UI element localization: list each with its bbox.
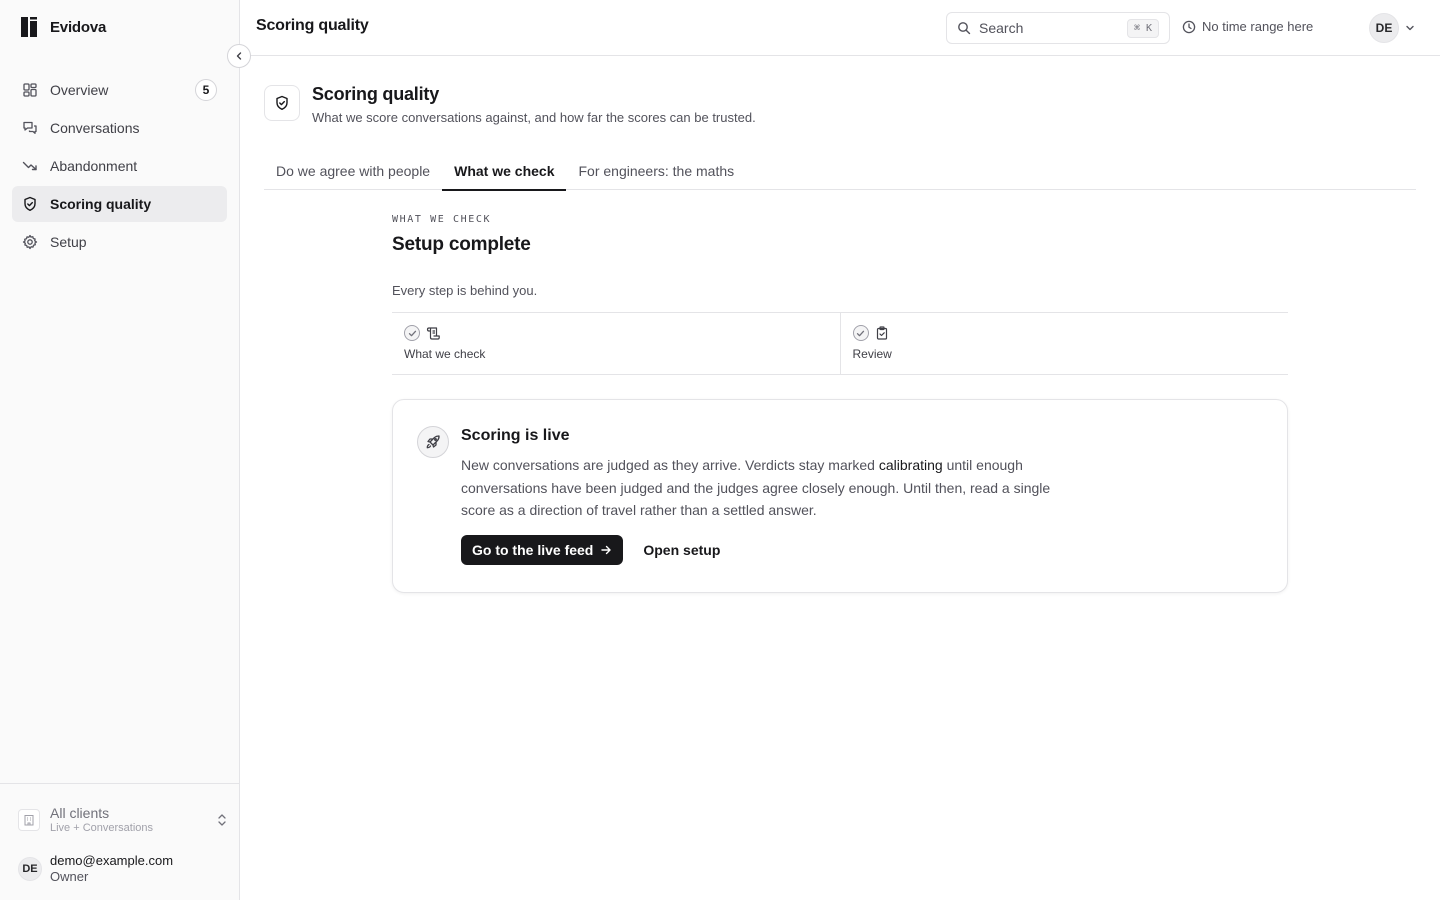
- scoring-live-card: Scoring is live New conversations are ju…: [392, 399, 1288, 593]
- card-text-part: New conversations are judged as they arr…: [461, 457, 879, 473]
- user-role: Owner: [50, 869, 89, 884]
- search-shortcut: ⌘ K: [1126, 18, 1159, 38]
- rocket-icon: [417, 426, 449, 458]
- client-switcher[interactable]: All clients Live + Conversations: [18, 805, 228, 834]
- tab-agreement[interactable]: Do we agree with people: [264, 152, 442, 190]
- header-title: Scoring quality: [256, 17, 369, 34]
- chevron-up-down-icon: [218, 813, 226, 826]
- user-account[interactable]: DE demo@example.com Owner: [18, 853, 173, 884]
- open-setup-button[interactable]: Open setup: [643, 542, 720, 558]
- sidebar-item-scoring-quality[interactable]: Scoring quality: [12, 186, 227, 222]
- collapse-sidebar-button[interactable]: [227, 44, 251, 68]
- user-email: demo@example.com: [50, 853, 174, 868]
- tab-engineers-maths[interactable]: For engineers: the maths: [566, 152, 746, 190]
- section-description: Every step is behind you.: [392, 283, 538, 298]
- chat-bubbles-icon: [23, 121, 37, 134]
- clipboard-check-icon: [876, 326, 887, 340]
- setup-steps: What we check Review: [392, 312, 1288, 375]
- user-menu[interactable]: DE: [1369, 13, 1415, 43]
- card-title: Scoring is live: [461, 427, 570, 444]
- time-range-label: No time range here: [1202, 19, 1314, 34]
- avatar: DE: [18, 856, 42, 881]
- chevron-down-icon: [1406, 25, 1414, 31]
- trending-down-icon: [22, 161, 37, 171]
- sidebar-item-label: Scoring quality: [50, 196, 152, 212]
- step-label: What we check: [404, 347, 486, 361]
- step-review[interactable]: Review: [839, 313, 1289, 374]
- live-feed-button[interactable]: Go to the live feed: [461, 534, 624, 565]
- brand-name: Evidova: [50, 18, 107, 36]
- sidebar-footer: All clients Live + Conversations DE demo…: [0, 783, 239, 900]
- gear-icon: [22, 234, 38, 250]
- shield-check-icon: [24, 196, 36, 211]
- sidebar-item-overview[interactable]: Overview 5: [12, 72, 227, 108]
- search-placeholder: Search: [979, 20, 1024, 36]
- tab-bar: Do we agree with people What we check Fo…: [264, 152, 1416, 191]
- clock-icon: [1182, 20, 1196, 33]
- step-what-we-check[interactable]: What we check: [392, 313, 840, 374]
- sidebar-item-label: Overview: [50, 82, 109, 98]
- page-subtitle: What we score conversations against, and…: [312, 110, 756, 125]
- tab-content: WHAT WE CHECK Setup complete Every step …: [392, 214, 1288, 593]
- shield-check-icon: [276, 95, 288, 110]
- sidebar-item-label: Abandonment: [50, 158, 138, 174]
- tab-what-we-check[interactable]: What we check: [442, 152, 567, 191]
- sidebar-item-label: Setup: [50, 234, 87, 250]
- step-label: Review: [852, 347, 892, 361]
- arrow-right-icon: [601, 545, 612, 554]
- avatar: DE: [1369, 13, 1399, 43]
- chevron-left-icon: [236, 52, 242, 60]
- check-icon: [404, 325, 420, 341]
- check-icon: [852, 325, 869, 341]
- section-title: Setup complete: [392, 234, 531, 255]
- sidebar: Evidova Overview 5 Conversations Abandon…: [0, 0, 240, 900]
- search-icon: [958, 22, 971, 35]
- card-text: New conversations are judged as they arr…: [461, 454, 1051, 522]
- overview-count-badge: 5: [195, 79, 217, 101]
- sidebar-item-setup[interactable]: Setup: [12, 224, 227, 260]
- section-eyebrow: WHAT WE CHECK: [392, 214, 492, 225]
- sidebar-item-label: Conversations: [50, 120, 140, 136]
- brand-logo-icon: [21, 17, 37, 37]
- brand[interactable]: Evidova: [21, 17, 106, 37]
- sidebar-item-abandonment[interactable]: Abandonment: [12, 148, 227, 184]
- sidebar-item-conversations[interactable]: Conversations: [12, 110, 227, 146]
- client-sub: Live + Conversations: [50, 822, 154, 834]
- time-range-picker[interactable]: No time range here: [1182, 19, 1313, 34]
- page-title: Scoring quality: [312, 84, 440, 104]
- scroll-icon: [426, 327, 440, 340]
- calibrating-term: calibrating: [878, 457, 943, 473]
- live-feed-button-label: Go to the live feed: [472, 541, 594, 558]
- building-icon: [18, 808, 40, 831]
- dashboard-icon: [23, 83, 37, 97]
- top-header: Scoring quality Search ⌘ K No time range…: [240, 0, 1440, 56]
- page-icon: [264, 85, 300, 121]
- page-header: Scoring quality What we score conversati…: [264, 84, 756, 125]
- search-input[interactable]: Search ⌘ K: [946, 12, 1170, 44]
- client-name: All clients: [50, 805, 110, 821]
- sidebar-nav: Overview 5 Conversations Abandonment Sco…: [12, 72, 227, 262]
